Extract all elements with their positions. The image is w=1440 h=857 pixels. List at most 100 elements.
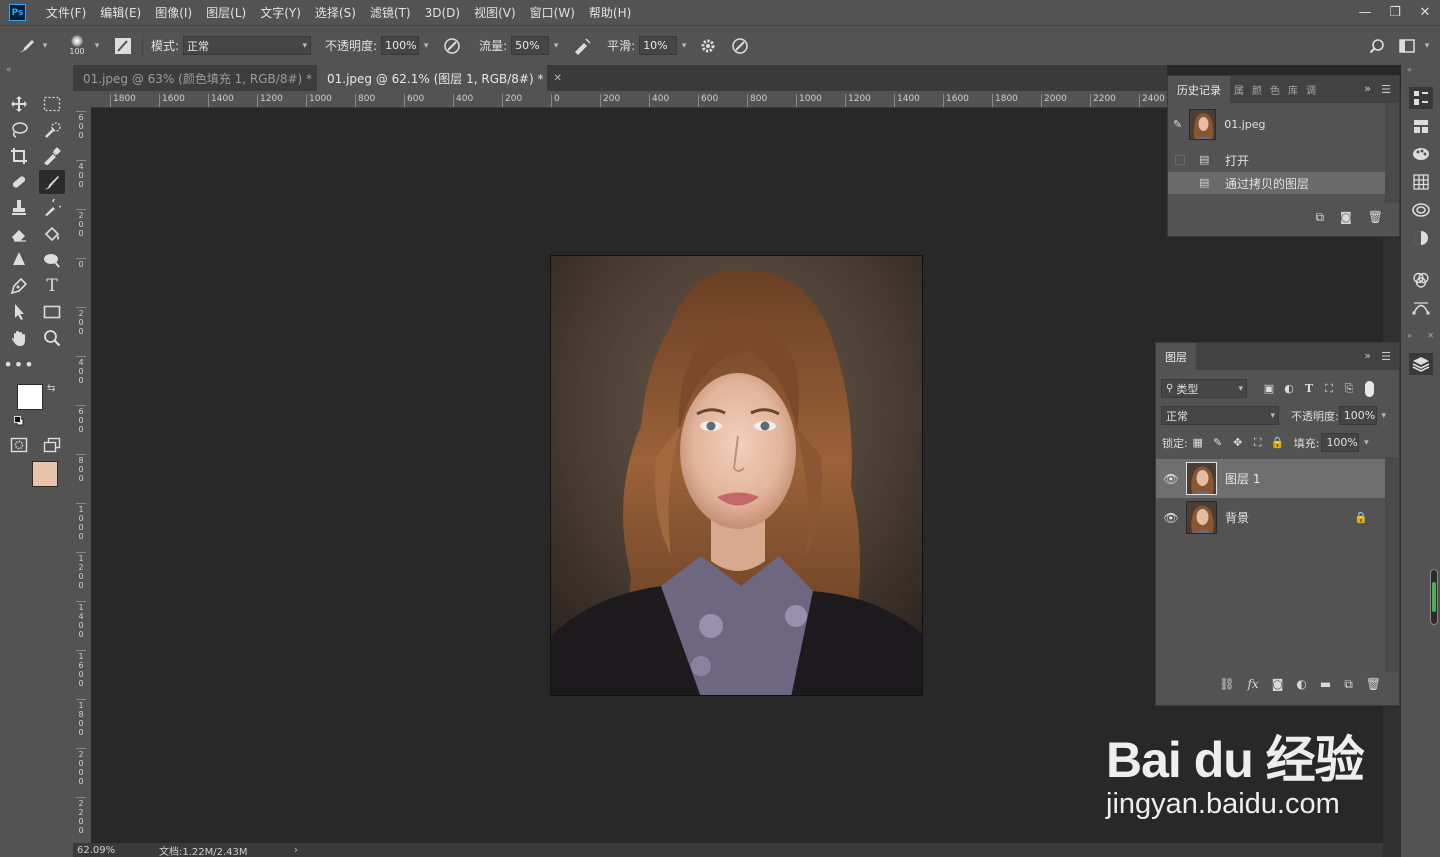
pen-tool-icon[interactable] [6,274,32,298]
brush-tool-icon[interactable] [39,170,65,194]
close-icon[interactable]: ✕ [1427,331,1434,343]
swatches-panel-icon[interactable] [1409,171,1433,193]
vertical-ruler[interactable]: 6004002000200400600800100012001400160018… [73,91,91,843]
portrait-image[interactable] [550,255,923,696]
scroll-indicator[interactable] [1430,569,1438,625]
background-color-swatch[interactable] [32,461,58,487]
folder-icon[interactable]: ▬ [1320,677,1331,691]
history-item[interactable]: ▤ 打开 [1168,149,1385,171]
eraser-tool-icon[interactable] [6,222,32,246]
paths-panel-icon[interactable] [1409,297,1433,319]
layers-scrollbar[interactable] [1385,457,1399,672]
menu-file[interactable]: 文件(F) [46,4,86,21]
lock-transparency-icon[interactable]: ▦ [1188,434,1208,452]
eye-icon[interactable]: 👁 [1156,472,1186,486]
hand-tool-icon[interactable] [6,326,32,350]
type-tool-icon[interactable]: T [39,274,65,298]
dodge-tool-icon[interactable] [39,248,65,272]
expand-panels-icon[interactable]: » [1364,82,1371,95]
chevron-down-icon[interactable]: ▾ [38,36,52,55]
filter-smart-object-icon[interactable]: ⎘ [1339,380,1359,398]
collapse-icon[interactable]: « [6,65,12,75]
tab-document-1[interactable]: 01.jpeg @ 63% (颜色填充 1, RGB/8#) * ✕ [73,65,330,91]
adjustment-layer-icon[interactable]: ◐ [1296,677,1306,691]
eye-icon[interactable]: 👁 [1156,511,1186,525]
brush-panel-toggle-icon[interactable] [112,35,134,57]
expand-icon[interactable]: » [1407,331,1412,343]
history-scrollbar[interactable] [1385,103,1399,203]
tab-adjustments[interactable]: 调 [1302,76,1320,103]
status-menu-arrow-icon[interactable]: › [294,845,298,856]
chevron-down-icon[interactable]: ▾ [549,36,563,55]
chevron-down-icon[interactable]: ▾ [677,36,691,55]
camera-icon[interactable]: ◙ [1340,210,1352,224]
layer-name[interactable]: 背景 [1225,509,1354,526]
add-mask-icon[interactable]: ◙ [1272,677,1284,691]
chevron-down-icon[interactable]: ▾ [1359,433,1373,452]
panel-menu-icon[interactable]: ☰ [1381,83,1391,96]
color-panel-icon[interactable] [1409,143,1433,165]
workspace-icon[interactable] [1396,35,1418,57]
fill-input[interactable]: 100% [1321,433,1360,452]
filter-pixel-icon[interactable]: ▣ [1259,380,1279,398]
chevron-down-icon[interactable]: ▾ [419,36,433,55]
new-layer-icon[interactable]: ⧉ [1344,677,1353,692]
pressure-opacity-icon[interactable] [441,35,463,57]
menu-help[interactable]: 帮助(H) [589,4,631,21]
tab-document-2[interactable]: 01.jpeg @ 62.1% (图层 1, RGB/8#) * ✕ [317,65,562,91]
move-tool-icon[interactable] [6,92,32,116]
history-source-checkbox[interactable] [1175,178,1185,188]
chevron-down-icon[interactable]: ▾ [90,36,104,55]
link-layers-icon[interactable]: ⛓ [1219,677,1234,691]
default-colors-icon[interactable] [14,415,24,426]
layers-panel-icon[interactable] [1409,353,1433,375]
zoom-tool-icon[interactable] [39,326,65,350]
menu-select[interactable]: 选择(S) [315,4,356,21]
marquee-tool-icon[interactable] [39,92,65,116]
expand-icon[interactable]: « [1407,65,1412,77]
chevron-down-icon[interactable]: ▾ [1377,406,1391,425]
filter-adjustment-icon[interactable]: ◐ [1279,380,1299,398]
trash-icon[interactable]: 🗑 [1366,677,1381,691]
channels-panel-icon[interactable] [1409,269,1433,291]
menu-edit[interactable]: 编辑(E) [100,4,141,21]
trash-icon[interactable]: 🗑 [1368,210,1383,224]
history-snapshot[interactable]: ✎ 01.jpeg [1168,103,1385,145]
blend-mode-select[interactable]: 正常 ▾ [1161,406,1279,425]
airbrush-icon[interactable] [571,35,593,57]
layer-row[interactable]: 👁 背景 🔒 [1156,498,1386,537]
history-brush-tool-icon[interactable] [39,196,65,220]
filter-type-icon[interactable]: T [1299,380,1319,398]
flow-input[interactable]: 50% [511,36,550,55]
history-brush-source-icon[interactable]: ✎ [1173,118,1182,131]
lock-position-icon[interactable]: ✥ [1228,434,1248,452]
horizontal-ruler[interactable]: 1800 1600 1400 1200 1000 800 600 400 200 0 200 400 6… [91,91,1167,108]
menu-3d[interactable]: 3D(D) [425,6,460,20]
gear-icon[interactable] [697,35,719,57]
search-icon[interactable] [1366,35,1388,57]
menu-layer[interactable]: 图层(L) [206,4,246,21]
more-tools-icon[interactable]: ••• [3,352,33,376]
menu-window[interactable]: 窗口(W) [530,4,575,21]
menu-filter[interactable]: 滤镜(T) [370,4,411,21]
filter-shape-icon[interactable]: ⛶ [1319,380,1339,398]
close-button[interactable]: ✕ [1410,0,1440,25]
libraries-panel-icon[interactable] [1409,199,1433,221]
clone-stamp-tool-icon[interactable] [6,196,32,220]
lock-all-icon[interactable]: 🔒 [1268,434,1288,452]
chevron-down-icon[interactable]: ▾ [1420,36,1434,55]
tab-color[interactable]: 颜 [1248,76,1266,103]
lasso-tool-icon[interactable] [6,118,32,142]
smoothing-input[interactable]: 10% [639,36,678,55]
layer-opacity-input[interactable]: 100% [1338,406,1377,425]
path-selection-tool-icon[interactable] [6,300,32,324]
expand-panels-icon[interactable]: » [1364,349,1371,362]
quick-mask-icon[interactable] [6,433,32,457]
menu-type[interactable]: 文字(Y) [260,4,301,21]
history-item[interactable]: ▤ 通过拷贝的图层 [1168,172,1385,194]
opacity-input[interactable]: 100% [381,36,420,55]
healing-brush-tool-icon[interactable] [6,170,32,194]
panel-menu-icon[interactable]: ☰ [1381,350,1391,363]
fx-icon[interactable]: fx [1247,677,1258,691]
zoom-level[interactable]: 62.09% [73,845,143,856]
